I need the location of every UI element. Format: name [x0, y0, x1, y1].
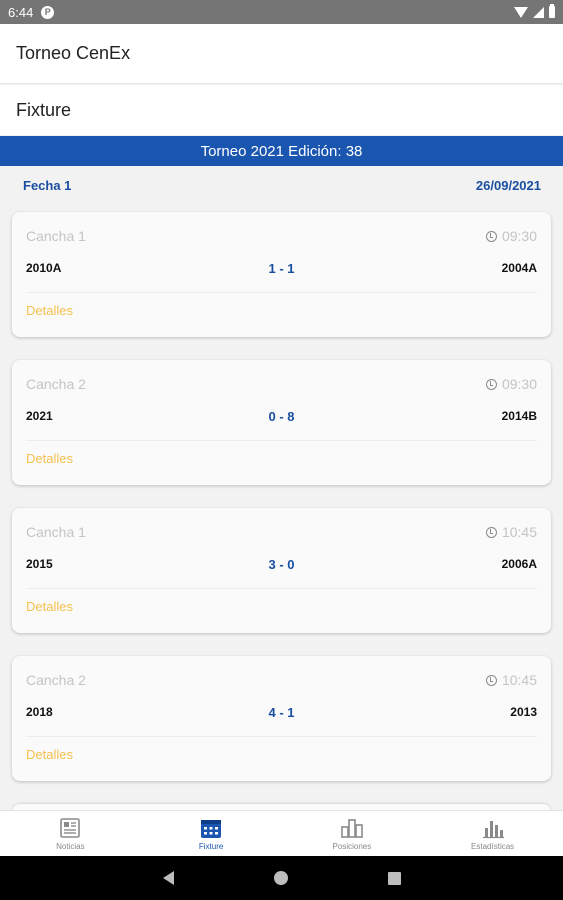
- nav-posiciones[interactable]: Posiciones: [282, 811, 423, 856]
- match-score: 1 - 1: [268, 260, 295, 276]
- nav-label: Fixture: [198, 841, 224, 851]
- signal-icon: [533, 6, 544, 18]
- nav-estadisticas[interactable]: Estadísticas: [422, 811, 563, 856]
- bottom-navigation: Noticias Fixture Posiciones Estadísticas: [0, 810, 563, 856]
- match-time: 10:45: [501, 524, 537, 540]
- battery-icon: [549, 4, 555, 18]
- divider: [26, 292, 537, 293]
- nav-label: Noticias: [56, 841, 85, 851]
- round-date: 26/09/2021: [475, 178, 541, 193]
- away-team: 2014B: [501, 409, 537, 423]
- home-icon[interactable]: [273, 871, 288, 885]
- app-title: Torneo CenEx: [16, 43, 131, 63]
- clock-icon: [485, 378, 497, 390]
- match-time: 09:30: [501, 376, 537, 392]
- nav-label: Posiciones: [332, 841, 372, 851]
- system-navigation-bar: [0, 856, 563, 900]
- match-card[interactable]: Cancha 1 09:30 2010A 1 - 1 2004A Detalle…: [12, 212, 551, 337]
- home-team: 2021: [26, 409, 53, 423]
- away-team: 2006A: [501, 557, 537, 571]
- tournament-banner-label: Torneo 2021 Edición: 38: [200, 142, 363, 160]
- app-bar: Torneo CenEx: [0, 24, 563, 84]
- match-card[interactable]: Cancha 2 09:30 2021 0 - 8 2014B Detalles: [12, 360, 551, 485]
- section-header: Fixture: [0, 85, 563, 135]
- divider: [26, 736, 537, 737]
- wifi-icon: [514, 6, 528, 18]
- status-bar: 6:44 P: [0, 0, 563, 24]
- clock-icon: [485, 674, 497, 686]
- home-team: 2018: [26, 705, 53, 719]
- match-field: Cancha 1: [26, 524, 86, 540]
- tournament-banner: Torneo 2021 Edición: 38: [0, 136, 563, 166]
- divider: [26, 588, 537, 589]
- match-score: 0 - 8: [268, 408, 295, 424]
- clock-icon: [485, 526, 497, 538]
- calendar-icon: [201, 819, 222, 838]
- notification-icon: P: [41, 5, 55, 19]
- match-time: 09:30: [501, 228, 537, 244]
- match-score: 4 - 1: [268, 704, 295, 720]
- details-link[interactable]: Detalles: [26, 451, 73, 466]
- nav-label: Estadísticas: [471, 841, 515, 851]
- match-field: Cancha 1: [26, 228, 86, 244]
- divider: [26, 440, 537, 441]
- home-team: 2010A: [26, 261, 62, 275]
- away-team: 2004A: [501, 261, 537, 275]
- away-team: 2013: [510, 705, 537, 719]
- round-header: Fecha 1 26/09/2021: [23, 178, 541, 193]
- details-link[interactable]: Detalles: [26, 599, 73, 614]
- round-label: Fecha 1: [23, 178, 72, 193]
- details-link[interactable]: Detalles: [26, 303, 73, 318]
- nav-noticias[interactable]: Noticias: [0, 811, 141, 856]
- match-card[interactable]: Cancha 1 10:45 2015 3 - 0 2006A Detalles: [12, 508, 551, 633]
- bar-chart-icon: [482, 820, 504, 838]
- status-time: 6:44: [8, 4, 34, 20]
- back-icon[interactable]: [162, 871, 174, 885]
- match-time: 10:45: [501, 672, 537, 688]
- home-team: 2015: [26, 557, 53, 571]
- clock-icon: [485, 230, 497, 242]
- details-link[interactable]: Detalles: [26, 747, 73, 762]
- nav-fixture[interactable]: Fixture: [141, 811, 282, 856]
- newspaper-icon: [60, 817, 81, 838]
- match-card[interactable]: Cancha 2 10:45 2018 4 - 1 2013 Detalles: [12, 656, 551, 781]
- match-field: Cancha 2: [26, 376, 86, 392]
- recent-apps-icon[interactable]: [387, 871, 401, 885]
- match-score: 3 - 0: [268, 556, 295, 572]
- podium-icon: [341, 818, 363, 838]
- section-title: Fixture: [16, 99, 72, 120]
- match-field: Cancha 2: [26, 672, 86, 688]
